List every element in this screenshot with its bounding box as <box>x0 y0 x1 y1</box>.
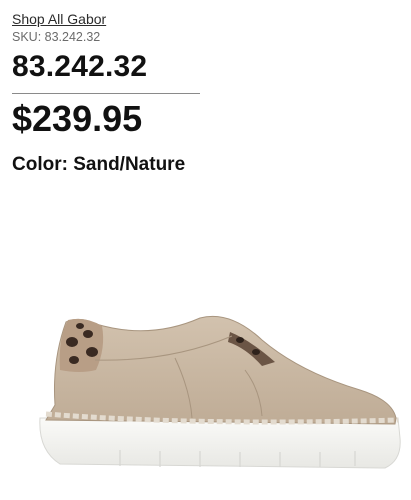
color-label: Color: <box>12 154 68 175</box>
sneaker-product-image <box>39 315 401 469</box>
product-color: Color: Sand/Nature <box>12 154 185 176</box>
title-divider <box>12 93 200 94</box>
color-value: Sand/Nature <box>73 154 186 175</box>
product-title: 83.242.32 <box>12 50 148 83</box>
sneaker-sole <box>39 417 401 469</box>
product-sku: SKU: 83.242.32 <box>12 30 101 44</box>
shop-all-brand-link[interactable]: Shop All Gabor <box>12 11 106 27</box>
product-price: $239.95 <box>12 98 143 139</box>
